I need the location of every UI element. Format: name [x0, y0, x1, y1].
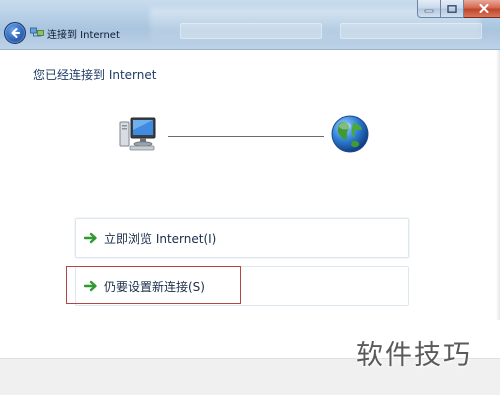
minimize-button[interactable] — [417, 0, 441, 18]
back-arrow-icon — [11, 28, 20, 38]
minimize-icon — [424, 9, 434, 12]
title-bar: 连接到 Internet — [0, 0, 500, 50]
close-icon — [479, 4, 488, 13]
maximize-button[interactable] — [441, 0, 464, 18]
window-controls — [417, 0, 500, 19]
content-area: 您已经连接到 Internet 立即浏览 Internet(I) 仍要设置新连接… — [0, 50, 500, 358]
close-button[interactable] — [464, 0, 500, 18]
computer-icon — [119, 117, 156, 151]
browse-internet-label: 立即浏览 Internet(I) — [104, 231, 217, 246]
setup-new-connection-link[interactable]: 仍要设置新连接(S) — [75, 266, 409, 306]
green-arrow-icon — [84, 280, 97, 292]
window-title: 连接到 Internet — [47, 30, 120, 41]
maximize-icon — [447, 4, 457, 13]
window-edge — [496, 50, 500, 320]
setup-new-connection-label: 仍要设置新连接(S) — [104, 279, 205, 294]
network-icon — [30, 27, 44, 37]
search-bar-ghost — [340, 23, 482, 39]
back-button[interactable] — [4, 22, 26, 44]
browse-internet-link[interactable]: 立即浏览 Internet(I) — [75, 218, 409, 258]
address-bar-ghost — [180, 23, 322, 39]
connection-line — [168, 136, 324, 137]
globe-icon — [331, 115, 369, 153]
green-arrow-icon — [84, 232, 97, 244]
watermark-text: 软件技巧 — [356, 340, 472, 371]
page-heading: 您已经连接到 Internet — [33, 68, 157, 82]
